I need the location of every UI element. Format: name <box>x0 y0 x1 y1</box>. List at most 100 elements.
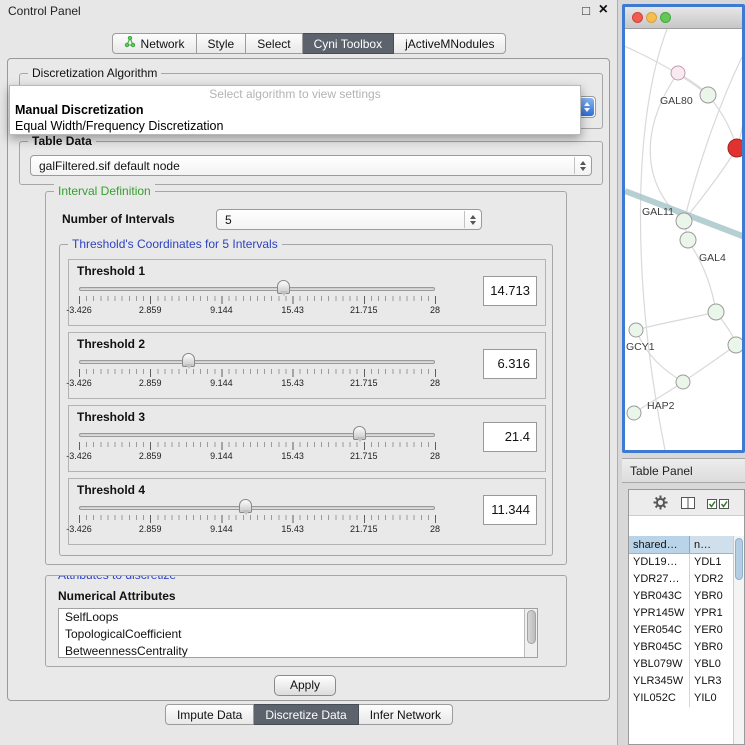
table-row[interactable]: YIL052CYIL0 <box>629 690 744 707</box>
table-panel-title: Table Panel <box>630 464 693 478</box>
threshold-1-slider[interactable]: -3.426 2.859 9.144 15.43 21.715 28 <box>79 278 435 322</box>
scrollbar-thumb[interactable] <box>735 538 743 580</box>
slider-track[interactable] <box>79 433 435 437</box>
network-node-gal4[interactable] <box>680 232 696 248</box>
threshold-3-slider[interactable]: -3.426 2.859 9.144 15.43 21.715 28 <box>79 424 435 468</box>
number-of-intervals-combo[interactable]: 5 <box>216 209 482 230</box>
threshold-4-slider[interactable]: -3.426 2.859 9.144 15.43 21.715 28 <box>79 497 435 541</box>
combo-stepper-icon[interactable] <box>574 157 590 174</box>
table-row[interactable]: YBL079WYBL0 <box>629 656 744 673</box>
control-panel-titlebar[interactable]: Control Panel □ × <box>0 0 617 22</box>
table-data-group: Table Data galFiltered.sif default node <box>19 141 603 185</box>
list-item-betweennesscentrality[interactable]: BetweennessCentrality <box>59 643 537 658</box>
numerical-attributes-list[interactable]: SelfLoops TopologicalCoefficient Between… <box>58 608 538 658</box>
network-window-titlebar[interactable] <box>625 7 742 29</box>
slider-track[interactable] <box>79 360 435 364</box>
combo-stepper-icon[interactable] <box>464 211 480 228</box>
close-window-icon[interactable]: × <box>599 1 608 19</box>
list-item-topologicalcoefficient[interactable]: TopologicalCoefficient <box>59 626 537 643</box>
network-icon <box>124 36 136 51</box>
zoom-button[interactable] <box>660 12 671 23</box>
slider-major-ticks <box>79 369 436 377</box>
threshold-3-panel: Threshold 3 -3.426 2.859 9.144 15.43 21.… <box>68 405 546 472</box>
threshold-4-value-field[interactable]: 11.344 <box>483 495 537 525</box>
network-node-gcy1[interactable] <box>629 323 643 337</box>
close-button[interactable] <box>632 12 643 23</box>
minimize-button[interactable] <box>646 12 657 23</box>
attributes-group-label: Attributes to discretize <box>54 575 180 582</box>
table-row[interactable]: YDR27…YDR2 <box>629 571 744 588</box>
network-node-gal80[interactable] <box>700 87 716 103</box>
table-panel-window: shared… n… YDL19…YDL1 YDR27…YDR2 YBR043C… <box>628 489 745 745</box>
window-title: Control Panel <box>8 4 81 18</box>
network-node[interactable] <box>676 375 690 389</box>
threshold-1-value-field[interactable]: 14.713 <box>483 276 537 306</box>
table-row[interactable]: YDL19…YDL1 <box>629 554 744 571</box>
select-all-checkbox-icon[interactable] <box>707 498 729 512</box>
table-data-combo[interactable]: galFiltered.sif default node <box>30 155 592 176</box>
network-node[interactable] <box>728 337 742 353</box>
slider-thumb[interactable] <box>353 426 366 440</box>
node-label-gal11[interactable]: GAL11 <box>642 206 674 218</box>
tab-style[interactable]: Style <box>197 33 247 54</box>
node-label-gal80[interactable]: GAL80 <box>660 95 693 107</box>
table-row[interactable]: YLR345WYLR3 <box>629 673 744 690</box>
threshold-1-label: Threshold 1 <box>77 264 145 278</box>
table-data-value: galFiltered.sif default node <box>39 156 180 175</box>
table-filter-gap <box>629 516 744 536</box>
slider-thumb[interactable] <box>239 499 252 513</box>
slider-scale-labels: -3.426 2.859 9.144 15.43 21.715 28 <box>79 524 435 536</box>
slider-major-ticks <box>79 442 436 450</box>
threshold-2-value-field[interactable]: 6.316 <box>483 349 537 379</box>
popup-item-equal-width-frequency[interactable]: Equal Width/Frequency Discretization <box>10 118 580 134</box>
table-scrollbar[interactable] <box>733 536 744 744</box>
table-row[interactable]: YPR145WYPR1 <box>629 605 744 622</box>
column-header-shared-name[interactable]: shared… <box>629 536 690 553</box>
scrollbar-thumb[interactable] <box>527 610 536 644</box>
node-label-gal4[interactable]: GAL4 <box>699 252 726 264</box>
threshold-2-slider[interactable]: -3.426 2.859 9.144 15.43 21.715 28 <box>79 351 435 395</box>
threshold-2-label: Threshold 2 <box>77 337 145 351</box>
slider-scale-labels: -3.426 2.859 9.144 15.43 21.715 28 <box>79 378 435 390</box>
network-node[interactable] <box>671 66 685 80</box>
slider-track[interactable] <box>79 287 435 291</box>
tab-select[interactable]: Select <box>246 33 302 54</box>
tab-discretize-data[interactable]: Discretize Data <box>254 704 358 725</box>
network-node-hap2[interactable] <box>627 406 641 420</box>
list-item-selfloops[interactable]: SelfLoops <box>59 609 537 626</box>
network-node-gal11[interactable] <box>676 213 692 229</box>
node-label-gcy1[interactable]: GCY1 <box>626 341 655 353</box>
slider-thumb[interactable] <box>277 280 290 294</box>
table-header-row: shared… n… <box>629 536 744 554</box>
list-scrollbar[interactable] <box>524 609 537 657</box>
number-of-intervals-label: Number of Intervals <box>62 212 175 226</box>
node-label-hap2[interactable]: HAP2 <box>647 400 675 412</box>
columns-icon[interactable] <box>681 497 695 512</box>
popup-item-manual-discretization[interactable]: Manual Discretization <box>10 102 580 118</box>
table-row[interactable]: YBR045CYBR0 <box>629 639 744 656</box>
network-view-window[interactable]: GAL80 GAL11 GAL4 GCY1 HAP2 <box>622 4 745 453</box>
table-row[interactable]: YER054CYER0 <box>629 622 744 639</box>
table-data-label: Table Data <box>28 134 96 148</box>
table-panel-titlebar[interactable]: Table Panel <box>622 458 745 483</box>
numerical-attributes-label: Numerical Attributes <box>58 589 176 603</box>
control-panel-tabs: Network Style Select Cyni Toolbox jActiv… <box>0 33 618 54</box>
network-canvas[interactable]: GAL80 GAL11 GAL4 GCY1 HAP2 <box>625 29 742 450</box>
tab-cyni-toolbox[interactable]: Cyni Toolbox <box>303 33 394 54</box>
gear-icon[interactable] <box>653 495 668 513</box>
interval-definition-label: Interval Definition <box>54 184 155 198</box>
network-node-selected-red[interactable] <box>728 139 742 157</box>
slider-track[interactable] <box>79 506 435 510</box>
apply-button[interactable]: Apply <box>274 675 336 696</box>
tab-impute-data[interactable]: Impute Data <box>165 704 254 725</box>
threshold-3-value-field[interactable]: 21.4 <box>483 422 537 452</box>
tab-jactivemnodules[interactable]: jActiveMNodules <box>394 33 506 54</box>
table-toolbar <box>629 490 744 516</box>
float-window-icon[interactable]: □ <box>582 3 590 18</box>
network-node[interactable] <box>708 304 724 320</box>
control-panel-window: Control Panel □ × Network Style Select C… <box>0 0 618 745</box>
table-row[interactable]: YBR043CYBR0 <box>629 588 744 605</box>
tab-infer-network[interactable]: Infer Network <box>359 704 453 725</box>
slider-thumb[interactable] <box>182 353 195 367</box>
tab-network[interactable]: Network <box>112 33 197 54</box>
